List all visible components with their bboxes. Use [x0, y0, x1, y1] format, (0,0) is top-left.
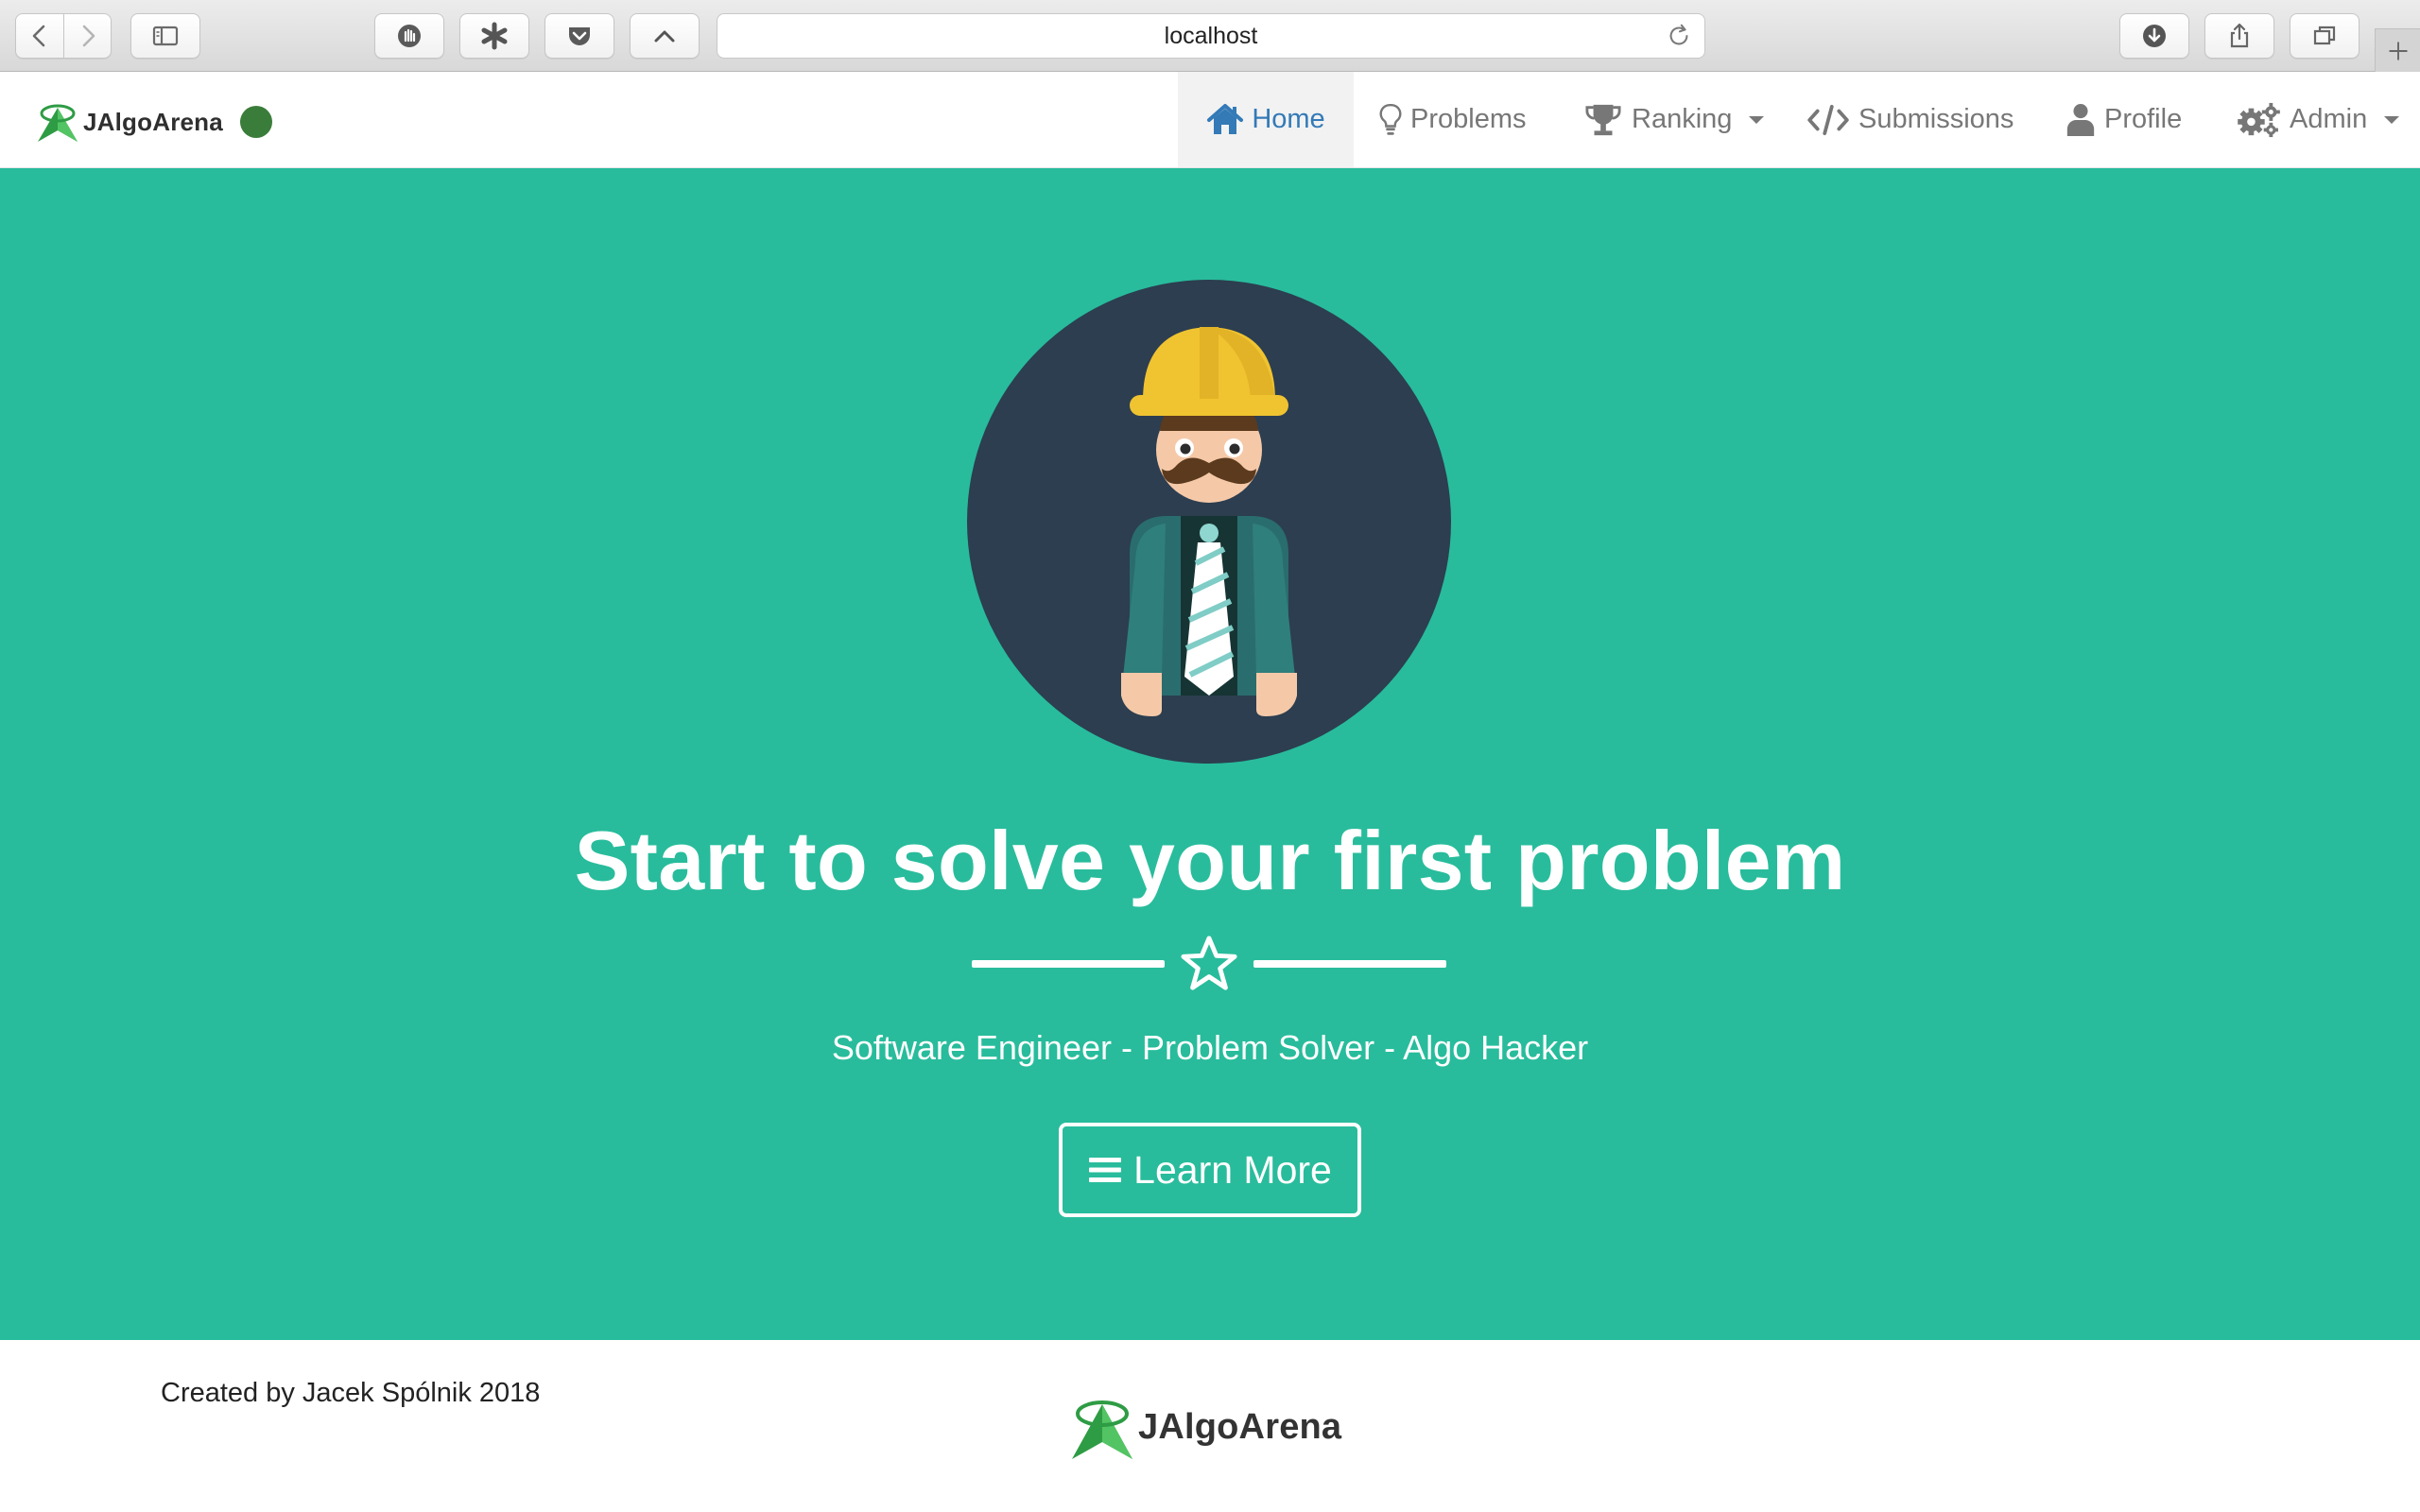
jalgoarena-logo-icon [1072, 1400, 1132, 1459]
back-button[interactable] [16, 14, 63, 58]
sidebar-button[interactable] [130, 13, 200, 59]
history-nav [15, 13, 112, 59]
chevron-left-icon [32, 25, 45, 47]
lightbulb-icon [1379, 103, 1402, 135]
nav-problems-label: Problems [1410, 104, 1527, 134]
site-navbar: JAlgoArena Home Problems Ranking Submiss… [0, 72, 2420, 168]
learn-more-button[interactable]: Learn More [1059, 1123, 1361, 1217]
hero-section: Start to solve your first problem Softwa… [0, 168, 2420, 1340]
scroll-top-button[interactable] [630, 13, 700, 59]
nav-admin-dropdown[interactable]: Admin [2237, 72, 2400, 167]
chevron-down-icon [1749, 115, 1765, 124]
url-text: localhost [1164, 22, 1258, 49]
hero-title: Start to solve your first problem [574, 814, 1846, 907]
chevron-down-icon [2384, 115, 2400, 124]
nav-submissions[interactable]: Submissions [1806, 72, 2014, 167]
plus-icon [2388, 41, 2408, 60]
nav-admin-label: Admin [2290, 104, 2368, 134]
chevron-up-icon [654, 30, 675, 43]
forward-button[interactable] [63, 14, 111, 58]
share-button[interactable] [2204, 13, 2274, 59]
reload-icon[interactable] [1665, 22, 1693, 50]
downloads-button[interactable] [2119, 13, 2189, 59]
hero-subtitle: Software Engineer - Problem Solver - Alg… [831, 1028, 1589, 1067]
user-icon [2066, 103, 2095, 136]
star-icon [1181, 936, 1237, 990]
asterisk-icon [481, 22, 508, 50]
navbar-brand[interactable]: JAlgoArena [34, 98, 272, 146]
nav-profile[interactable]: Profile [2065, 72, 2182, 167]
engineer-avatar [967, 280, 1451, 764]
divider-line-right [1253, 960, 1446, 968]
footer-brand-name: JAlgoArena [1138, 1406, 1342, 1447]
star-divider [972, 934, 1446, 994]
home-icon [1207, 103, 1244, 134]
footer-brand[interactable]: JAlgoArena [1066, 1391, 1341, 1463]
nav-profile-label: Profile [2104, 104, 2183, 134]
new-tab-button[interactable] [2375, 28, 2420, 72]
browser-toolbar: localhost [0, 0, 2420, 72]
learn-more-label: Learn More [1133, 1147, 1332, 1192]
address-bar[interactable]: localhost [717, 13, 1705, 59]
chevron-right-icon [82, 25, 95, 47]
download-icon [2143, 25, 2166, 47]
status-indicator [239, 106, 272, 138]
bars-icon [1089, 1158, 1122, 1182]
nav-submissions-label: Submissions [1858, 104, 2014, 134]
footer-credit: Created by Jacek Spólnik 2018 [161, 1378, 541, 1408]
divider-line-left [972, 960, 1165, 968]
page-footer: Created by Jacek Spólnik 2018 JAlgoArena [0, 1340, 2420, 1512]
code-icon [1807, 104, 1849, 135]
extension-puzzle-button[interactable] [459, 13, 529, 59]
pocket-icon [569, 27, 590, 45]
nav-home[interactable]: Home [1178, 72, 1354, 167]
hand-stop-icon [398, 25, 421, 47]
nav-home-label: Home [1252, 104, 1325, 134]
tabs-overview-button[interactable] [2290, 13, 2360, 59]
nav-ranking-dropdown[interactable]: Ranking [1582, 72, 1765, 167]
extension-hand-button[interactable] [374, 13, 444, 59]
trophy-icon [1585, 104, 1621, 135]
brand-name: JAlgoArena [83, 107, 223, 136]
sidebar-icon [152, 26, 179, 46]
tabs-icon [2313, 26, 2336, 45]
nav-ranking-label: Ranking [1632, 104, 1733, 134]
jalgoarena-logo-icon [38, 104, 78, 142]
pocket-button[interactable] [544, 13, 614, 59]
share-icon [2230, 23, 2249, 48]
nav-problems[interactable]: Problems [1378, 72, 1527, 167]
gears-icon [2238, 102, 2280, 137]
